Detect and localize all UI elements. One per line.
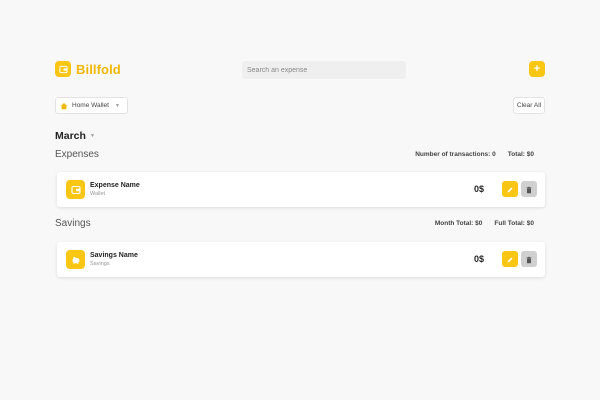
expense-amount: 0$ xyxy=(473,184,484,194)
trash-icon xyxy=(525,252,533,267)
wallet-icon xyxy=(55,61,71,77)
home-icon xyxy=(60,97,68,115)
expenses-stats: Number of transactions: 0 Total: $0 xyxy=(415,151,534,158)
wallet-select-label: Home Wallet xyxy=(72,102,109,109)
month-name: March xyxy=(55,130,86,142)
expense-category: Wallet xyxy=(90,191,106,197)
savings-name: Savings Name xyxy=(90,252,138,259)
savings-category: Savings xyxy=(90,261,110,267)
expense-name: Expense Name xyxy=(90,182,140,189)
logo[interactable]: Billfold xyxy=(55,61,121,77)
savings-stats: Month Total: $0 Full Total: $0 xyxy=(435,220,534,227)
app-name: Billfold xyxy=(76,61,121,77)
month-select[interactable]: March ▼ xyxy=(55,130,95,142)
transactions-count: Number of transactions: 0 xyxy=(415,151,496,158)
edit-expense-button[interactable] xyxy=(502,181,518,197)
wallet-select[interactable]: Home Wallet ▼ xyxy=(55,97,128,114)
delete-expense-button[interactable] xyxy=(521,181,537,197)
add-button[interactable]: + xyxy=(529,61,545,77)
chevron-down-icon: ▼ xyxy=(114,102,120,109)
savings-month-total: Month Total: $0 xyxy=(434,220,483,227)
expenses-title: Expenses xyxy=(55,149,99,160)
pencil-icon xyxy=(506,182,514,197)
savings-amount: 0$ xyxy=(473,254,484,264)
savings-title: Savings xyxy=(55,218,91,229)
edit-savings-button[interactable] xyxy=(502,251,518,267)
piggy-bank-icon xyxy=(66,250,85,269)
app-container: Billfold + Home Wallet ▼ Clear All March… xyxy=(55,0,545,400)
savings-full-total: Full Total: $0 xyxy=(494,220,534,227)
expenses-total: Total: $0 xyxy=(507,151,534,158)
wallet-icon xyxy=(66,180,85,199)
plus-icon: + xyxy=(533,62,541,75)
search-input[interactable] xyxy=(242,61,406,79)
pencil-icon xyxy=(506,252,514,267)
delete-savings-button[interactable] xyxy=(521,251,537,267)
trash-icon xyxy=(525,182,533,197)
expense-card[interactable]: Expense Name Wallet 0$ xyxy=(57,172,545,207)
savings-card[interactable]: Savings Name Savings 0$ xyxy=(57,242,545,277)
clear-all-button[interactable]: Clear All xyxy=(513,97,545,114)
chevron-down-icon: ▼ xyxy=(89,133,95,139)
